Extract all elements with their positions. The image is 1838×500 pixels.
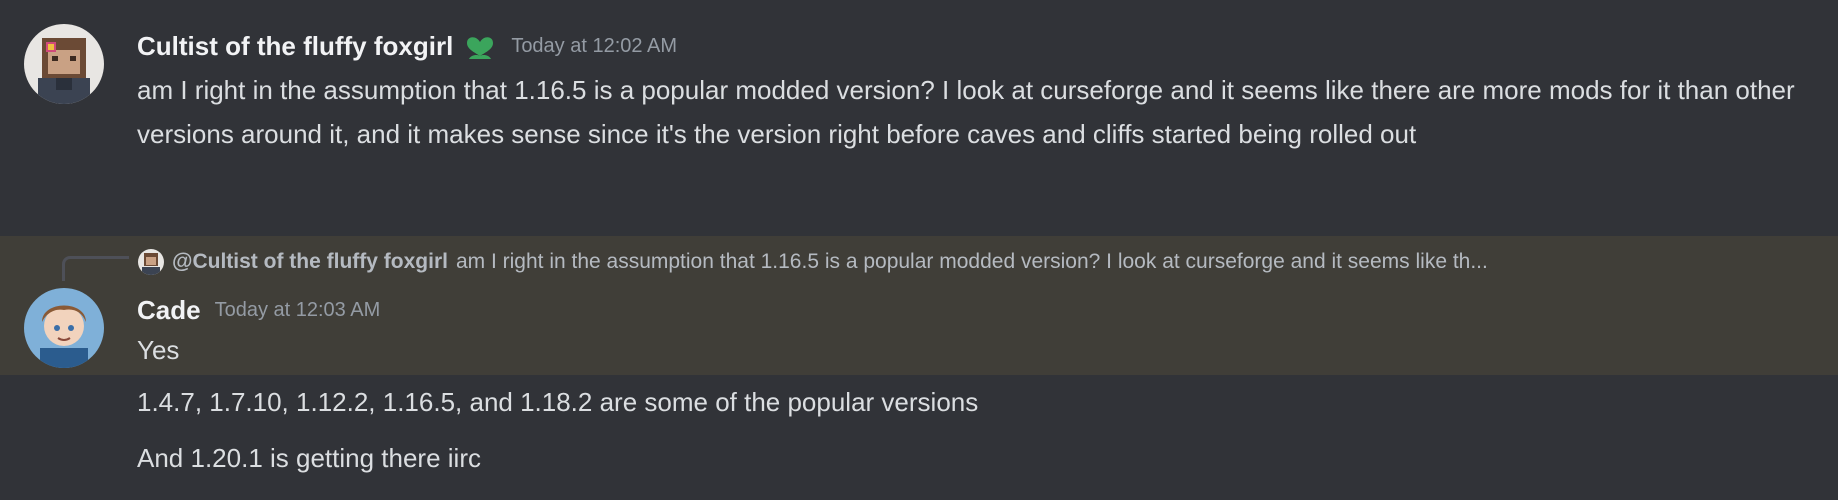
message-content-followup: And 1.20.1 is getting there iirc <box>137 443 481 473</box>
avatar-image <box>24 288 104 368</box>
username[interactable]: Cultist of the fluffy foxgirl <box>137 31 453 62</box>
heart-flower-icon <box>463 32 497 60</box>
message-item-reply: @Cultist of the fluffy foxgirl am I righ… <box>0 236 1838 375</box>
reply-avatar <box>138 249 164 275</box>
message-content: am I right in the assumption that 1.16.5… <box>137 75 1795 149</box>
reply-text[interactable]: am I right in the assumption that 1.16.5… <box>456 250 1488 274</box>
avatar-image <box>24 24 104 104</box>
avatar[interactable] <box>24 24 104 104</box>
avatar[interactable] <box>24 288 104 368</box>
timestamp: Today at 12:02 AM <box>511 34 677 57</box>
timestamp: Today at 12:03 AM <box>214 298 381 321</box>
username[interactable]: Cade <box>137 295 201 326</box>
reply-username[interactable]: @Cultist of the fluffy foxgirl <box>172 250 448 274</box>
message-content-followup: 1.4.7, 1.7.10, 1.12.2, 1.16.5, and 1.18.… <box>137 387 979 417</box>
reply-preview[interactable]: @Cultist of the fluffy foxgirl am I righ… <box>138 244 1818 280</box>
reply-spine <box>62 256 129 281</box>
message-content: Yes <box>137 335 180 365</box>
message-item: Cultist of the fluffy foxgirl Today at 1… <box>0 0 1838 230</box>
